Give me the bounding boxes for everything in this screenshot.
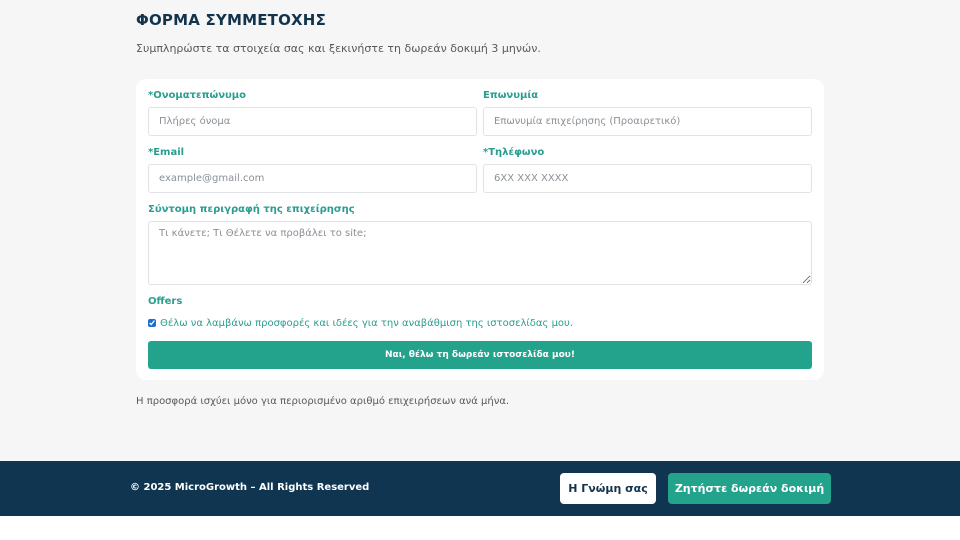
phone-label: *Τηλέφωνο xyxy=(483,147,545,158)
email-label: *Email xyxy=(148,147,185,158)
opinion-button[interactable]: Η Γνώμη σας xyxy=(560,473,656,504)
offer-note: Η προσφορά ισχύει μόνο για περιορισμένο … xyxy=(136,396,510,407)
fullname-input[interactable] xyxy=(148,107,477,136)
offers-label: Offers xyxy=(148,296,183,307)
description-textarea[interactable] xyxy=(148,221,812,285)
copyright-text: © 2025 MicroGrowth – All Rights Reserved xyxy=(130,482,370,493)
company-input[interactable] xyxy=(483,107,812,136)
footer: © 2025 MicroGrowth – All Rights Reserved… xyxy=(0,461,960,516)
free-trial-button[interactable]: Ζητήστε δωρεάν δοκιμή xyxy=(668,473,831,504)
offers-checkbox-label[interactable]: Θέλω να λαμβάνω προσφορές και ιδέες για … xyxy=(160,318,573,329)
fullname-label: *Ονοματεπώνυμο xyxy=(148,90,246,101)
submit-button[interactable]: Ναι, θέλω τη δωρεάν ιστοσελίδα μου! xyxy=(148,341,812,369)
page-subtitle: Συμπληρώστε τα στοιχεία σας και ξεκινήστ… xyxy=(136,42,541,55)
company-label: Επωνυμία xyxy=(483,90,539,101)
phone-input[interactable] xyxy=(483,164,812,193)
offers-checkbox-row: Θέλω να λαμβάνω προσφορές και ιδέες για … xyxy=(148,316,573,330)
page-title: ΦΟΡΜΑ ΣΥΜΜΕΤΟΧΗΣ xyxy=(136,11,327,29)
offers-checkbox[interactable] xyxy=(148,319,156,327)
email-input[interactable] xyxy=(148,164,477,193)
description-label: Σύντομη περιγραφή της επιχείρησης xyxy=(148,204,355,215)
